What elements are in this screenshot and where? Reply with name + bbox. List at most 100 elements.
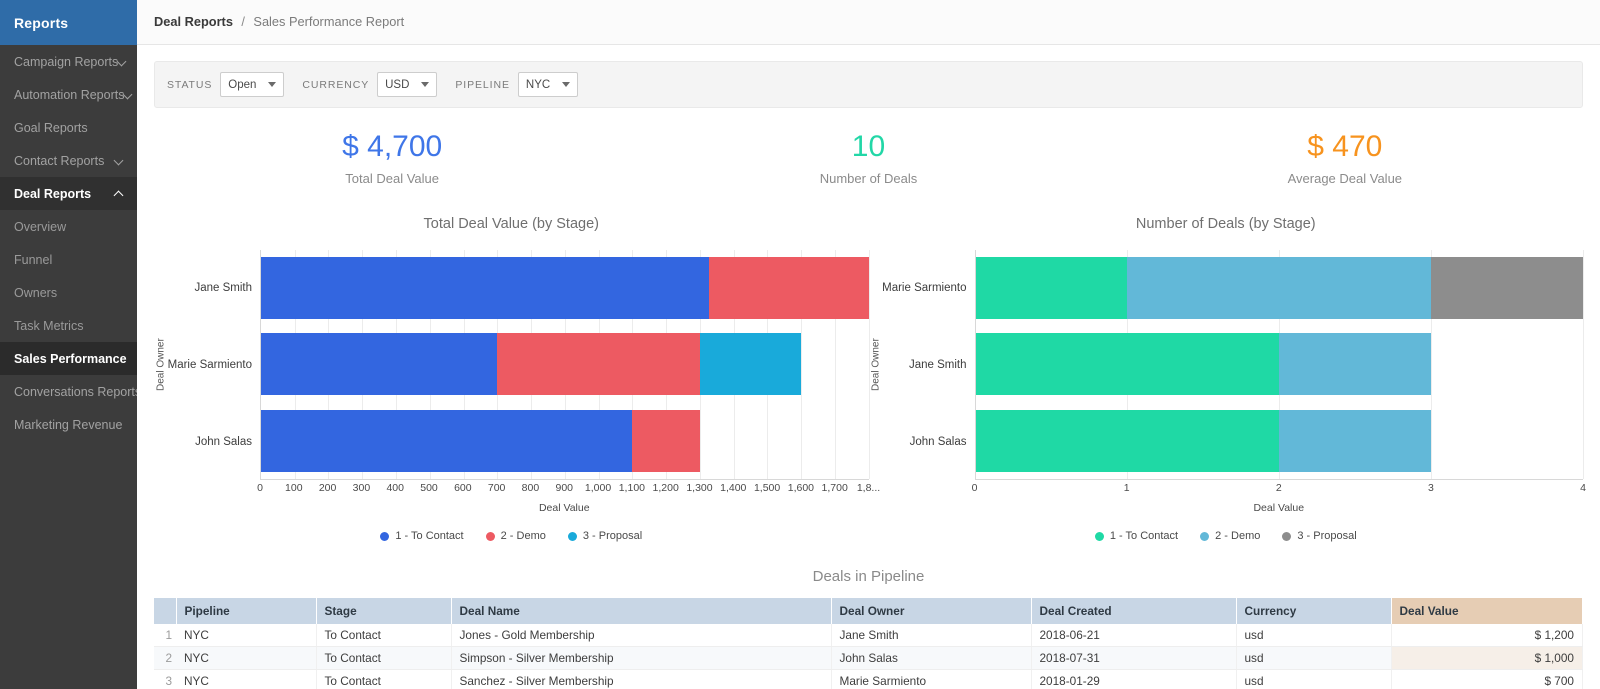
bar-segment[interactable] bbox=[1279, 333, 1431, 395]
chart-legend: 1 - To Contact 2 - Demo 3 - Proposal bbox=[869, 530, 1584, 542]
table-row[interactable]: 1NYCTo ContactJones - Gold MembershipJan… bbox=[154, 624, 1583, 647]
filter-label-pipeline: PIPELINE bbox=[455, 79, 509, 91]
x-tick-label: 2 bbox=[1276, 482, 1282, 494]
sidebar-item-overview[interactable]: Overview bbox=[0, 210, 137, 243]
table-header-pipeline[interactable]: Pipeline bbox=[176, 598, 316, 624]
bar-segment[interactable] bbox=[261, 257, 709, 319]
legend-item[interactable]: 3 - Proposal bbox=[1282, 530, 1356, 542]
sidebar-item-contact-reports[interactable]: Contact Reports bbox=[0, 144, 137, 177]
chevron-down-icon[interactable] bbox=[421, 82, 429, 87]
sidebar-nav: Campaign ReportsAutomation ReportsGoal R… bbox=[0, 45, 137, 441]
x-axis-spacer bbox=[869, 480, 975, 514]
breadcrumb-parent[interactable]: Deal Reports bbox=[154, 14, 233, 29]
kpi-card: $ 470Average Deal Value bbox=[1107, 130, 1583, 186]
y-tick-label: Marie Sarmiento bbox=[168, 327, 260, 404]
x-tick-label: 4 bbox=[1580, 482, 1586, 494]
bar-segment[interactable] bbox=[261, 333, 497, 395]
x-tick-label: 1,700 bbox=[822, 482, 848, 494]
chevron-down-icon[interactable] bbox=[118, 57, 128, 67]
sidebar-item-funnel[interactable]: Funnel bbox=[0, 243, 137, 276]
bar-segment[interactable] bbox=[976, 333, 1280, 395]
x-tick-label: 0 bbox=[257, 482, 263, 494]
table-header-index bbox=[154, 598, 176, 624]
x-tick-label: 1,600 bbox=[788, 482, 814, 494]
chevron-down-icon[interactable] bbox=[124, 90, 134, 100]
chevron-up-icon[interactable] bbox=[115, 189, 125, 199]
legend-label: 1 - To Contact bbox=[1110, 530, 1178, 542]
table-title: Deals in Pipeline bbox=[154, 568, 1583, 585]
table-row[interactable]: 3NYCTo ContactSanchez - Silver Membershi… bbox=[154, 670, 1583, 689]
legend-label: 1 - To Contact bbox=[395, 530, 463, 542]
sidebar-item-goal-reports[interactable]: Goal Reports bbox=[0, 111, 137, 144]
bar-segment[interactable] bbox=[632, 410, 699, 472]
plot bbox=[260, 250, 869, 480]
sidebar-item-campaign-reports[interactable]: Campaign Reports bbox=[0, 45, 137, 78]
chevron-down-icon[interactable] bbox=[268, 82, 276, 87]
app-root: Reports Campaign ReportsAutomation Repor… bbox=[0, 0, 1600, 689]
kpi-value: 10 bbox=[630, 130, 1106, 163]
cell-pipeline: NYC bbox=[176, 624, 316, 647]
pipeline-select[interactable]: NYC bbox=[518, 72, 578, 97]
x-axis-inner: 01002003004005006007008009001,0001,1001,… bbox=[260, 480, 869, 514]
bar-segment[interactable] bbox=[976, 410, 1280, 472]
sidebar-item-automation-reports[interactable]: Automation Reports bbox=[0, 78, 137, 111]
legend-label: 3 - Proposal bbox=[1297, 530, 1356, 542]
sidebar-item-deal-reports[interactable]: Deal Reports bbox=[0, 177, 137, 210]
bar-rows bbox=[976, 250, 1584, 479]
y-tick-label: John Salas bbox=[168, 403, 260, 480]
status-select[interactable]: Open bbox=[220, 72, 284, 97]
legend-item[interactable]: 1 - To Contact bbox=[1095, 530, 1178, 542]
bar-segment[interactable] bbox=[1279, 410, 1431, 472]
sidebar-item-conversations-reports[interactable]: Conversations Reports bbox=[0, 375, 137, 408]
bar-segment[interactable] bbox=[1127, 257, 1431, 319]
bar-row bbox=[261, 250, 869, 326]
x-axis-area: 01234Deal Value bbox=[869, 480, 1584, 514]
top-bar: Deal Reports / Sales Performance Report bbox=[137, 0, 1600, 45]
kpi-card: $ 4,700Total Deal Value bbox=[154, 130, 630, 186]
legend-item[interactable]: 2 - Demo bbox=[1200, 530, 1260, 542]
row-index: 1 bbox=[154, 624, 176, 647]
cell-deal-owner: Jane Smith bbox=[831, 624, 1031, 647]
table-header-stage[interactable]: Stage bbox=[316, 598, 451, 624]
x-tick-label: 1,100 bbox=[619, 482, 645, 494]
legend-item[interactable]: 2 - Demo bbox=[486, 530, 546, 542]
chevron-down-icon[interactable] bbox=[562, 82, 570, 87]
x-tick-label: 3 bbox=[1428, 482, 1434, 494]
table-header-deal-owner[interactable]: Deal Owner bbox=[831, 598, 1031, 624]
table-header-deal-name[interactable]: Deal Name bbox=[451, 598, 831, 624]
bar-segment[interactable] bbox=[700, 333, 801, 395]
sidebar-item-task-metrics[interactable]: Task Metrics bbox=[0, 309, 137, 342]
bar-row bbox=[976, 250, 1584, 326]
legend-item[interactable]: 3 - Proposal bbox=[568, 530, 642, 542]
sidebar-item-marketing-revenue[interactable]: Marketing Revenue bbox=[0, 408, 137, 441]
cell-pipeline: NYC bbox=[176, 670, 316, 689]
table-head: PipelineStageDeal NameDeal OwnerDeal Cre… bbox=[154, 598, 1583, 624]
cell-currency: usd bbox=[1236, 647, 1391, 670]
currency-select[interactable]: USD bbox=[377, 72, 437, 97]
y-tick-label: John Salas bbox=[883, 403, 975, 480]
chevron-down-icon[interactable] bbox=[115, 156, 125, 166]
filter-label-currency: CURRENCY bbox=[302, 79, 369, 91]
table-header-deal-created[interactable]: Deal Created bbox=[1031, 598, 1236, 624]
cell-stage: To Contact bbox=[316, 624, 451, 647]
sidebar-item-label: Overview bbox=[14, 220, 66, 234]
bar-row bbox=[976, 403, 1584, 479]
table-header-currency[interactable]: Currency bbox=[1236, 598, 1391, 624]
x-tick-label: 1 bbox=[1124, 482, 1130, 494]
sidebar-item-owners[interactable]: Owners bbox=[0, 276, 137, 309]
bar-segment[interactable] bbox=[497, 333, 700, 395]
legend-item[interactable]: 1 - To Contact bbox=[380, 530, 463, 542]
bar-segment[interactable] bbox=[1431, 257, 1583, 319]
breadcrumb-separator: / bbox=[241, 14, 245, 29]
kpi-value: $ 470 bbox=[1107, 130, 1583, 163]
table-header-deal-value[interactable]: Deal Value bbox=[1391, 598, 1583, 624]
row-index: 3 bbox=[154, 670, 176, 689]
stacked-bar bbox=[976, 410, 1584, 472]
bar-segment[interactable] bbox=[261, 410, 632, 472]
sidebar-brand[interactable]: Reports bbox=[0, 0, 137, 45]
sidebar-item-sales-performance[interactable]: Sales Performance bbox=[0, 342, 137, 375]
bar-segment[interactable] bbox=[976, 257, 1128, 319]
legend-swatch-icon bbox=[568, 532, 577, 541]
bar-segment[interactable] bbox=[709, 257, 869, 319]
table-row[interactable]: 2NYCTo ContactSimpson - Silver Membershi… bbox=[154, 647, 1583, 670]
